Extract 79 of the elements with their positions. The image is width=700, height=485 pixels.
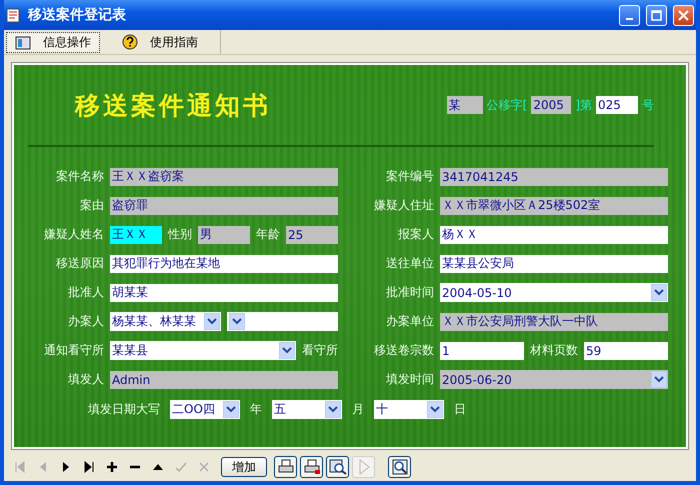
text-field[interactable]: 某某县公安局 xyxy=(440,254,668,272)
text-field[interactable]: 1 xyxy=(440,342,524,360)
field-label: 填发人 xyxy=(67,371,104,388)
caret-icon[interactable] xyxy=(427,400,443,418)
field-label: 移送原因 xyxy=(55,255,104,272)
field-label: 报案人 xyxy=(397,226,434,243)
form-title: 移送案件通知书 xyxy=(75,90,272,122)
field-label: 性别 xyxy=(168,226,192,243)
field-label: 案由 xyxy=(79,197,104,214)
caret-icon[interactable] xyxy=(325,400,341,418)
field-label: 批准人 xyxy=(67,284,104,301)
field-label: 年龄 xyxy=(256,226,280,243)
dropdown-field[interactable]: 五 xyxy=(272,400,342,418)
caret-icon[interactable] xyxy=(279,342,295,359)
dropdown-field[interactable]: 某某县 xyxy=(110,341,296,360)
field-label: 嫌疑人姓名 xyxy=(43,226,104,243)
text-field[interactable]: 胡某某 xyxy=(110,284,338,302)
magnifier-icon[interactable] xyxy=(326,456,349,478)
field-label: 送往单位 xyxy=(385,255,434,272)
close-icon xyxy=(678,10,689,20)
text-field[interactable]: 25 xyxy=(286,226,338,244)
field-label: 填发日期大写 xyxy=(88,400,160,418)
field-label: 材料页数 xyxy=(530,342,578,359)
panel-icon xyxy=(15,36,31,50)
caret-icon[interactable] xyxy=(651,284,667,301)
text-field[interactable]: 025 xyxy=(596,96,638,114)
maximize-icon xyxy=(651,10,662,20)
close-button[interactable] xyxy=(673,4,694,26)
text-field[interactable]: 其犯罪行为地在某地 xyxy=(110,254,338,272)
app-icon xyxy=(6,7,22,23)
field-label: 办案单位 xyxy=(385,313,434,330)
field-label: 嫌疑人住址 xyxy=(373,197,434,214)
field-label: 看守所 xyxy=(302,342,338,359)
caret-icon[interactable] xyxy=(651,371,667,388)
caret-icon[interactable] xyxy=(223,400,239,418)
dropdown-field[interactable]: 2004-05-10 xyxy=(440,283,668,302)
text-field[interactable]: 59 xyxy=(584,342,668,360)
field-label: 移送卷宗数 xyxy=(373,342,434,359)
field-label: 批准时间 xyxy=(385,284,434,301)
field-label: 案件编号 xyxy=(385,168,434,185)
text-field[interactable]: 盗窃罪 xyxy=(110,196,338,214)
text-field[interactable]: 3417041245 xyxy=(440,168,668,186)
dropdown-field[interactable]: 杨某某、林某某 xyxy=(110,312,221,331)
search-icon[interactable] xyxy=(388,456,411,478)
caret-icon[interactable] xyxy=(204,313,220,330)
document-number-label: 公移字[ xyxy=(486,96,528,114)
maximize-button[interactable] xyxy=(646,4,667,26)
field-label: 通知看守所 xyxy=(43,342,104,359)
text-field[interactable]: 杨ＸＸ xyxy=(440,226,668,244)
minimize-icon xyxy=(626,18,633,20)
field-label: 案件名称 xyxy=(55,168,104,185)
minimize-button[interactable] xyxy=(619,4,640,26)
field-label: 月 xyxy=(352,400,364,418)
tab[interactable]: 信息操作 xyxy=(6,32,100,53)
tab[interactable]: 使用指南 xyxy=(100,30,221,54)
text-field[interactable]: 男 xyxy=(198,226,250,244)
dropdown-field[interactable]: 2005-06-20 xyxy=(440,370,668,389)
document-number-label: ]第 xyxy=(575,96,592,114)
field-label: 日 xyxy=(454,400,466,418)
dropdown-field[interactable]: 十 xyxy=(374,400,444,418)
text-field[interactable]: ＸＸ市公安局刑警大队一中队 xyxy=(440,312,668,330)
dropdown-field[interactable]: 二OO四 xyxy=(170,400,240,418)
help-icon xyxy=(122,34,138,50)
field-label: 办案人 xyxy=(67,313,104,330)
field-label: 年 xyxy=(250,400,262,418)
document-number-label: 号 xyxy=(642,96,654,114)
text-field[interactable]: 王ＸＸ盗窃案 xyxy=(110,168,338,186)
text-field[interactable]: 王ＸＸ xyxy=(110,226,162,244)
dropdown-field[interactable] xyxy=(227,312,338,331)
text-field[interactable]: 某 xyxy=(446,96,483,114)
add-button[interactable]: 增加 xyxy=(221,457,267,477)
field-label: 填发时间 xyxy=(385,371,434,388)
text-field[interactable]: Admin xyxy=(110,370,338,388)
printer-icon[interactable] xyxy=(274,456,297,478)
text-field[interactable]: ＸＸ市翠微小区Ａ25楼502室 xyxy=(440,196,668,214)
window-title: 移送案件登记表 xyxy=(28,6,127,24)
text-field[interactable]: 2005 xyxy=(531,96,572,114)
caret-icon[interactable] xyxy=(229,313,245,330)
printer-icon[interactable] xyxy=(300,456,323,478)
